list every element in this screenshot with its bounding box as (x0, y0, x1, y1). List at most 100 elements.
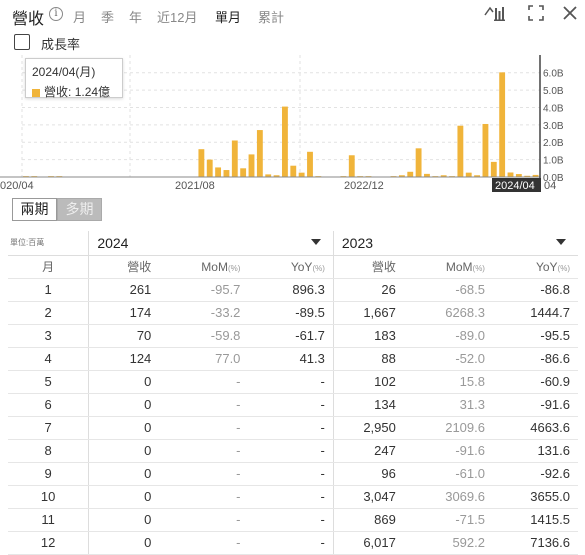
x-tick-label: 020/04 (0, 180, 34, 192)
expand-icon[interactable] (528, 5, 544, 25)
mom-cell: -59.8 (159, 324, 248, 347)
two-periods-button[interactable]: 兩期 (12, 198, 57, 221)
mom-cell: -91.6 (404, 439, 493, 462)
revenue-cell: 247 (333, 439, 403, 462)
col-mom: MoM(%) (159, 255, 248, 278)
col-mom: MoM(%) (404, 255, 493, 278)
revenue-cell: 96 (333, 462, 403, 485)
month-cell: 8 (8, 439, 89, 462)
period-last12[interactable]: 近12月 (157, 7, 197, 26)
col-month: 月 (8, 255, 89, 278)
yoy-cell: - (248, 370, 333, 393)
table-row: 100--3,0473069.63655.0 (8, 485, 578, 508)
mom-cell: - (159, 531, 248, 554)
mom-cell: -71.5 (404, 508, 493, 531)
period-month[interactable]: 月 (73, 7, 86, 26)
multi-periods-button[interactable]: 多期 (57, 198, 102, 221)
revenue-bar (491, 162, 497, 177)
mom-cell: -68.5 (404, 278, 493, 301)
month-cell: 7 (8, 416, 89, 439)
chevron-down-icon (556, 239, 566, 245)
yoy-cell: -61.7 (248, 324, 333, 347)
table-row: 110--869-71.51415.5 (8, 508, 578, 531)
yoy-cell: - (248, 508, 333, 531)
revenue-chart[interactable]: 0.0B1.0B2.0B3.0B4.0B5.0B6.0B020/042021/0… (0, 55, 585, 195)
revenue-cell: 6,017 (333, 531, 403, 554)
chevron-down-icon (311, 239, 321, 245)
revenue-cell: 183 (333, 324, 403, 347)
col-yoy: YoY(%) (248, 255, 333, 278)
revenue-cell: 2,950 (333, 416, 403, 439)
close-icon[interactable] (562, 5, 578, 25)
y-tick-label: 3.0B (543, 121, 564, 132)
col-yoy: YoY(%) (493, 255, 578, 278)
info-icon[interactable]: i (49, 7, 63, 21)
yoy-cell: -89.5 (248, 301, 333, 324)
yoy-cell: 1415.5 (493, 508, 578, 531)
revenue-bar (232, 140, 238, 177)
yoy-cell: - (248, 416, 333, 439)
x-tick-label-edge: 04 (544, 180, 556, 192)
revenue-table: 單位:百萬 2024 2023 月 營收 MoM(%) YoY(%) 營收 Mo… (8, 231, 578, 555)
month-cell: 6 (8, 393, 89, 416)
table-row: 412477.041.388-52.0-86.6 (8, 347, 578, 370)
revenue-cell: 0 (89, 462, 159, 485)
col-revenue: 營收 (89, 255, 159, 278)
yoy-cell: 1444.7 (493, 301, 578, 324)
yoy-cell: 7136.6 (493, 531, 578, 554)
header-row: 月 營收 MoM(%) YoY(%) 營收 MoM(%) YoY(%) (8, 255, 578, 278)
revenue-cell: 88 (333, 347, 403, 370)
yoy-cell: -95.5 (493, 324, 578, 347)
mom-cell: -95.7 (159, 278, 248, 301)
table-row: 80--247-91.6131.6 (8, 439, 578, 462)
revenue-bar (299, 173, 305, 177)
revenue-bar (290, 166, 296, 177)
yoy-cell: - (248, 531, 333, 554)
y-tick-label: 6.0B (543, 69, 564, 80)
revenue-bar (215, 167, 221, 177)
tooltip-series: 營收 (44, 85, 68, 99)
chart-type-icon[interactable] (484, 5, 506, 25)
revenue-bar (349, 155, 355, 177)
month-cell: 1 (8, 278, 89, 301)
x-tick-label: 2022/12 (344, 180, 384, 192)
growth-rate-checkbox[interactable] (14, 34, 30, 50)
revenue-bar (224, 170, 230, 177)
revenue-bar (240, 168, 246, 177)
yoy-cell: 896.3 (248, 278, 333, 301)
month-cell: 3 (8, 324, 89, 347)
table-row: 60--13431.3-91.6 (8, 393, 578, 416)
mom-cell: - (159, 508, 248, 531)
revenue-cell: 869 (333, 508, 403, 531)
yoy-cell: -60.9 (493, 370, 578, 393)
revenue-bar (508, 172, 514, 177)
mom-cell: - (159, 462, 248, 485)
mom-cell: -52.0 (404, 347, 493, 370)
tooltip-row: 營收: 1.24億 (32, 83, 116, 100)
month-cell: 10 (8, 485, 89, 508)
yoy-cell: - (248, 439, 333, 462)
y-tick-label: 5.0B (543, 86, 564, 97)
header-bar: 營收 i 月 季 年 近12月 單月 累計 (0, 0, 585, 30)
revenue-cell: 102 (333, 370, 403, 393)
revenue-bar (257, 130, 263, 177)
revenue-cell: 0 (89, 531, 159, 554)
x-tick-label: 2021/08 (175, 180, 215, 192)
revenue-bar (416, 148, 422, 177)
yoy-cell: - (248, 393, 333, 416)
period-cumulative[interactable]: 累計 (258, 7, 284, 26)
year-select-right[interactable]: 2023 (333, 231, 578, 255)
chart-tooltip: 2024/04(月) 營收: 1.24億 (25, 58, 123, 98)
year-select-left[interactable]: 2024 (89, 231, 334, 255)
yoy-cell: 3655.0 (493, 485, 578, 508)
page-title: 營收 (12, 5, 44, 29)
revenue-bar (466, 173, 472, 177)
revenue-cell: 124 (89, 347, 159, 370)
revenue-cell: 26 (333, 278, 403, 301)
yoy-cell: - (248, 485, 333, 508)
period-year[interactable]: 年 (129, 7, 142, 26)
revenue-cell: 0 (89, 439, 159, 462)
table-row: 1261-95.7896.326-68.5-86.8 (8, 278, 578, 301)
period-quarter[interactable]: 季 (101, 7, 114, 26)
period-single-month[interactable]: 單月 (215, 7, 241, 26)
